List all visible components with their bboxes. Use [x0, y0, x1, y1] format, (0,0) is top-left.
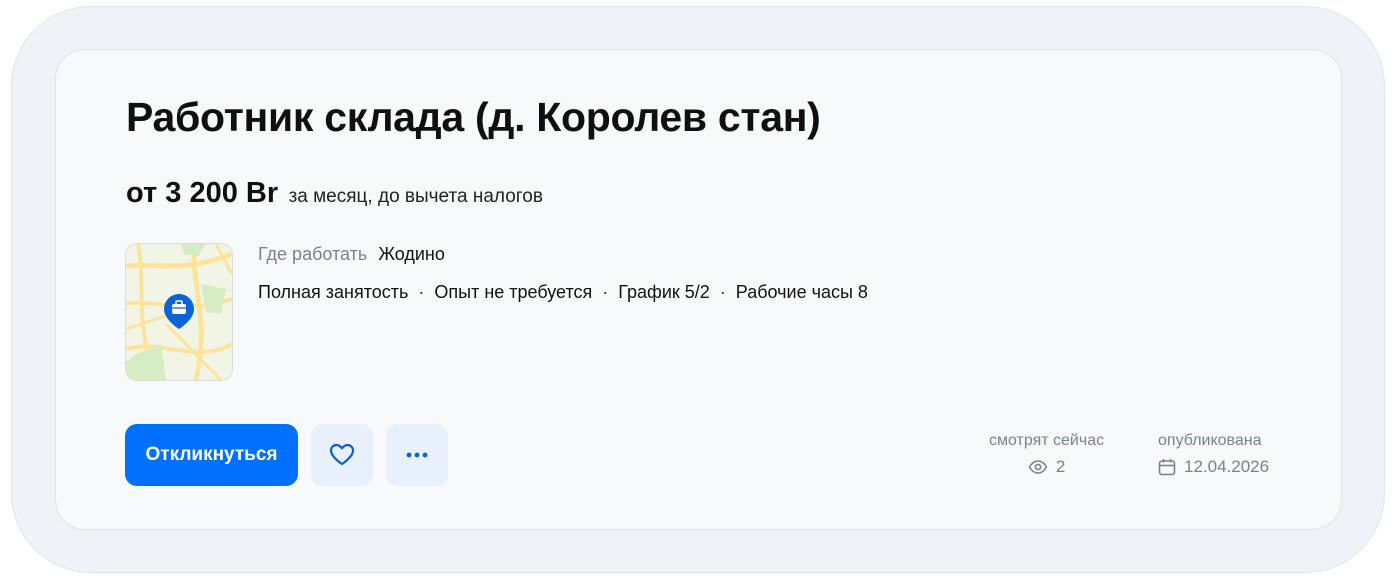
conditions-row: Полная занятость · Опыт не требуется · Графи… [258, 282, 868, 303]
work-location: Где работать Жодино [258, 244, 445, 265]
tag-hours: Рабочие часы 8 [735, 282, 868, 302]
more-options-button[interactable] [386, 424, 448, 486]
work-location-city: Жодино [378, 244, 445, 264]
published-date: 12.04.2026 [1184, 457, 1270, 476]
views-value-row: 2 [989, 457, 1104, 477]
separator-dot: · [719, 282, 726, 302]
published-value-row: 12.04.2026 [1158, 457, 1269, 477]
published-stat: опубликована 12.04.2026 [1158, 432, 1269, 477]
tag-schedule: График 5/2 [618, 282, 710, 302]
salary-note: за месяц, до вычета налогов [288, 186, 543, 207]
separator-dot: · [418, 282, 425, 302]
map-thumbnail[interactable] [125, 243, 233, 381]
work-location-label: Где работать [258, 244, 368, 264]
vacancy-title[interactable]: Работник склада (д. Королев стан) [126, 94, 821, 141]
published-label: опубликована [1158, 432, 1262, 449]
heart-icon [329, 443, 355, 466]
tag-experience: Опыт не требуется [434, 282, 593, 302]
salary-amount: от 3 200 Br [126, 177, 279, 209]
calendar-icon [1158, 459, 1176, 476]
tag-employment: Полная занятость [258, 282, 409, 302]
eye-icon [1028, 460, 1048, 474]
apply-button[interactable]: Откликнуться [125, 424, 298, 486]
views-label: смотрят сейчас [989, 432, 1105, 449]
more-dots-icon [406, 452, 428, 458]
favorite-button[interactable] [311, 424, 373, 486]
views-count: 2 [1055, 457, 1066, 476]
map-image [126, 244, 232, 380]
vacancy-card[interactable]: Работник склада (д. Королев стан) от 3 2… [55, 49, 1342, 530]
separator-dot: · [602, 282, 609, 302]
salary-row: от 3 200 Br за месяц, до вычета налогов [126, 177, 543, 210]
views-stat: смотрят сейчас 2 [989, 432, 1104, 477]
